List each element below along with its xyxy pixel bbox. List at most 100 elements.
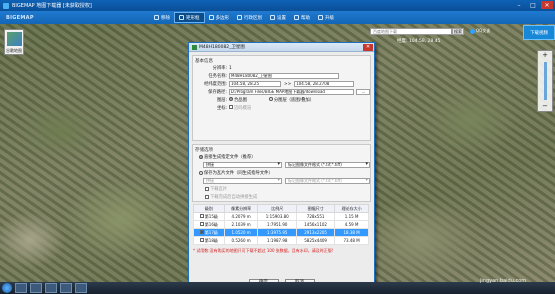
taskbar-app-icon[interactable] xyxy=(30,283,42,293)
table-row[interactable]: 第18级 0.5260 m 1:1987.98 5825x4409 73.48 … xyxy=(193,236,369,245)
checkbox-icon[interactable] xyxy=(199,213,204,218)
help-icon xyxy=(294,15,299,20)
cell-resolution: 0.5260 m xyxy=(223,236,259,245)
auto-merge-checkbox[interactable]: 下载完成后自动拼接生成 xyxy=(193,193,370,201)
checkbox-checked-icon[interactable] xyxy=(199,229,204,234)
cell-resolution: 4.2079 m xyxy=(223,212,259,221)
brand-logo: BIGEMAP xyxy=(6,14,34,21)
cell-resolution: 1.0520 m xyxy=(223,228,259,237)
resolution-value: 1 xyxy=(229,65,232,71)
cell-filesize: 73.48 M xyxy=(334,236,369,245)
range-separator: >> xyxy=(284,81,292,87)
radio-icon xyxy=(199,171,203,175)
map-search-button[interactable]: 搜索 xyxy=(452,28,464,35)
layer-merged-label: 合品图 xyxy=(234,98,247,103)
main-toolbar: BIGEMAP 移除 矩形框 多边形 行政区划 设置 帮助 升级 xyxy=(0,11,555,24)
start-button-icon[interactable] xyxy=(2,283,12,293)
toolbar-button-settings[interactable]: 设置 xyxy=(266,12,290,23)
dialog-app-icon xyxy=(192,44,197,50)
row-tile-format: 拼接 标记图像文件格式 (*.tif;*.tiff) xyxy=(193,177,370,185)
task-name-label: 任务名称: xyxy=(208,74,227,79)
taskbar-app-icon[interactable] xyxy=(60,283,72,293)
row-range: 经纬度范围: 104.58, 28.25 >> 104.58, 28.2708 xyxy=(193,80,370,88)
level-text: 第15级 xyxy=(204,213,218,219)
radio-icon xyxy=(268,97,273,101)
maximize-button[interactable]: □ xyxy=(527,1,539,9)
level-text: 第16级 xyxy=(204,221,218,227)
range-from-field[interactable]: 104.58, 28.25 xyxy=(229,81,281,87)
checkbox-icon[interactable] xyxy=(199,237,204,242)
col-file-size[interactable]: 理论存大小 xyxy=(334,204,369,213)
tile-format-select[interactable]: 标记图像文件格式 (*.tif;*.tiff) xyxy=(285,178,370,184)
table-row[interactable]: 第15级 4.2079 m 1:15903.80 728x551 1.15 M xyxy=(193,212,369,221)
download-video-button[interactable]: 下载视频 xyxy=(523,25,555,40)
toolbar-button-polygon[interactable]: 多边形 xyxy=(205,12,234,23)
layer-merged-radio[interactable]: 合品图 xyxy=(229,97,247,103)
store-tiles-label: 保存为瓦片文件（同生成指导文件） xyxy=(204,171,273,176)
row-resolution: 分辨率: 1 xyxy=(193,64,370,72)
polygon-icon xyxy=(208,15,214,20)
coord-checkbox[interactable]: 迈码模渲 xyxy=(229,105,251,111)
rectangle-icon xyxy=(179,15,184,20)
window-controls: – □ ✕ xyxy=(513,1,553,9)
range-to-field[interactable]: 104.58, 28.2708 xyxy=(294,81,355,87)
qq-icon xyxy=(470,28,475,34)
map-type-label: 谷歌地图 xyxy=(6,48,22,53)
checkbox-icon[interactable] xyxy=(199,221,204,226)
merge-mode-select[interactable]: 拼接 xyxy=(203,162,283,168)
table-row[interactable]: 第16级 2.1039 m 1:7951.90 1456x1102 4.59 M xyxy=(193,220,369,229)
zoom-slider[interactable] xyxy=(543,62,547,100)
col-image-size[interactable]: 图幅尺寸 xyxy=(296,204,336,213)
close-button[interactable]: ✕ xyxy=(541,1,553,9)
col-pixel-resolution[interactable]: 像素分辨率 xyxy=(223,204,259,213)
window-title: BIGEMAP 地图下载器 [未获取授权] xyxy=(12,3,92,9)
layer-split-radio[interactable]: 分图层（底图/叠加） xyxy=(268,97,314,103)
taskbar-app-icon[interactable] xyxy=(75,283,87,293)
row-task-name: 任务名称: M48H180082_卫星图 xyxy=(193,72,370,80)
save-path-field[interactable]: D:/Program Files/BIGE MAP地图下载器/download xyxy=(228,89,355,95)
cell-scale: 1:15903.80 xyxy=(257,212,298,221)
qq-chat-button[interactable]: QQ交谈 xyxy=(470,27,494,35)
minimize-button[interactable]: – xyxy=(513,1,525,9)
taskbar-app-icon[interactable] xyxy=(45,283,57,293)
zoom-in-button[interactable]: + xyxy=(542,51,548,60)
radio-icon xyxy=(229,97,233,101)
download-tiles-label: 下载瓦片 xyxy=(210,187,228,192)
toolbar-button-region[interactable]: 行政区划 xyxy=(233,12,266,23)
zoom-out-button[interactable]: − xyxy=(542,102,548,111)
basic-info-title: 基本信息 xyxy=(195,59,213,64)
taskbar-app-icon[interactable] xyxy=(15,283,27,293)
zoom-control[interactable]: + − xyxy=(537,50,553,112)
task-name-field[interactable]: M48H180082_卫星图 xyxy=(229,73,339,79)
dialog-close-button[interactable]: ✕ xyxy=(363,44,373,51)
basic-info-section: 基本信息 分辨率: 1 任务名称: M48H180082_卫星图 经纬度范围: … xyxy=(192,55,371,141)
row-layer: 图层: 合品图 分图层（底图/叠加） xyxy=(193,96,370,104)
cell-level: 第15级 xyxy=(193,212,225,221)
table-row-selected[interactable]: 第17级 1.0520 m 1:3975.95 2913x2205 18.38 … xyxy=(193,228,369,237)
level-text: 第17级 xyxy=(204,229,218,235)
file-format-select[interactable]: 标记图像文件格式 (*.tif;*.tiff) xyxy=(285,162,370,168)
toolbar-button-rectangle[interactable]: 矩形框 xyxy=(174,12,205,23)
toolbar-button-remove[interactable]: 移除 xyxy=(150,12,174,23)
row-coord: 坐标: 迈码模渲 xyxy=(193,104,370,112)
browse-button[interactable]: ... xyxy=(356,89,370,95)
toolbar-button-upgrade[interactable]: 升级 xyxy=(314,12,338,23)
cell-size: 5825x4409 xyxy=(296,236,336,245)
download-tiles-checkbox[interactable]: 下载瓦片 xyxy=(193,185,370,193)
map-search-input[interactable]: 百度地图下载 xyxy=(370,28,452,35)
store-single-radio[interactable]: 直接生成指定文件（推荐） xyxy=(193,153,370,161)
cell-size: 2913x2205 xyxy=(296,228,336,237)
store-tiles-radio[interactable]: 保存为瓦片文件（同生成指导文件） xyxy=(193,169,370,177)
gear-icon xyxy=(270,15,275,20)
os-taskbar xyxy=(0,282,555,294)
region-icon xyxy=(237,15,242,20)
app-icon xyxy=(3,2,9,9)
checkbox-icon xyxy=(229,105,233,109)
col-level[interactable]: 级别 xyxy=(193,204,225,213)
map-type-switcher[interactable]: 谷歌地图 xyxy=(4,29,24,55)
cell-filesize: 18.38 M xyxy=(334,228,369,237)
tile-mode-select[interactable]: 拼接 xyxy=(203,178,283,184)
col-scale[interactable]: 比例尺 xyxy=(257,204,298,213)
remove-icon xyxy=(154,15,159,20)
toolbar-button-help[interactable]: 帮助 xyxy=(290,12,314,23)
